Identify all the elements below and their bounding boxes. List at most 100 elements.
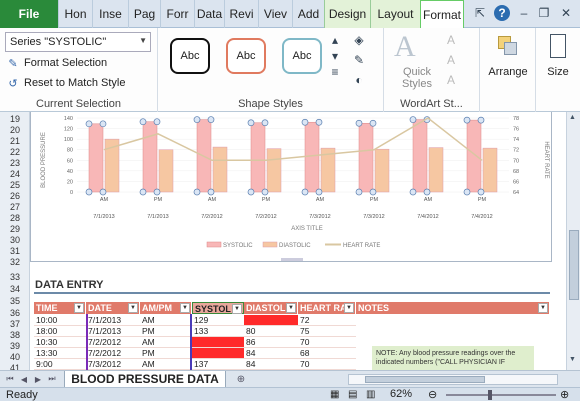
zoom-in-icon[interactable]: ⊕ [560,388,569,401]
chart-legend[interactable]: SYSTOLIC DIASTOLIC HEART RATE [206,241,380,249]
vertical-scroll-thumb[interactable] [569,230,579,300]
row-number[interactable]: 23 [0,158,30,168]
table-cell[interactable]: 72 [298,315,356,326]
scroll-down-icon[interactable]: ▾ [326,48,344,64]
tab-format[interactable]: Format [420,0,464,29]
filter-dropdown-icon[interactable]: ▼ [74,303,84,313]
first-sheet-icon[interactable]: ⏮ [4,373,16,385]
table-cell[interactable]: 84 [244,348,298,359]
last-sheet-icon[interactable]: ⏭ [46,373,58,385]
tab-data[interactable]: Data [194,0,224,28]
tab-insert[interactable]: Inse [92,0,128,28]
row-number[interactable]: 20 [0,125,30,135]
table-cell[interactable]: 13:30 [34,348,86,359]
row-number[interactable]: 24 [0,169,30,179]
page-break-view-icon[interactable]: ▥ [366,389,375,400]
shape-effects-icon[interactable]: ◐ [350,72,368,88]
col-header-time[interactable]: TIME ▼ [34,302,86,314]
prev-sheet-icon[interactable]: ◀ [18,373,30,385]
shape-fill-icon[interactable]: ◈ [350,32,368,48]
sheet-tab-blood-pressure-data[interactable]: BLOOD PRESSURE DATA [64,371,226,388]
row-number[interactable]: 40 [0,352,30,362]
table-cell[interactable]: 70 [298,359,356,370]
row-number[interactable]: 26 [0,191,30,201]
table-cell[interactable]: 80 [244,326,298,337]
table-cell[interactable]: 84 [244,359,298,370]
table-cell[interactable] [192,348,244,359]
normal-view-icon[interactable]: ▦ [330,389,339,400]
tab-formulas[interactable]: Forr [160,0,194,28]
row-number[interactable]: 30 [0,235,30,245]
row-number[interactable]: 39 [0,341,30,351]
row-number[interactable]: 22 [0,147,30,157]
row-number[interactable]: 34 [0,284,30,294]
table-cell[interactable]: 9:00 [34,359,86,370]
tab-review[interactable]: Revi [224,0,258,28]
text-effects-icon[interactable]: A [442,72,460,88]
zoom-slider-thumb[interactable] [488,390,492,400]
col-header-ampm[interactable]: AM/PM ▼ [140,302,192,314]
row-number[interactable]: 36 [0,308,30,318]
zoom-out-icon[interactable]: ⊖ [428,388,437,401]
col-header-heart-rate[interactable]: HEART RA ▼ [298,302,356,314]
insert-sheet-icon[interactable]: ⊕ [234,373,248,385]
help-icon[interactable]: ? [494,5,510,21]
vertical-scrollbar[interactable]: ▲ ▼ [566,112,580,370]
row-number[interactable]: 32 [0,257,30,267]
filter-dropdown-icon[interactable]: ▼ [344,303,354,313]
shape-outline-icon[interactable]: ✎ [350,52,368,68]
horizontal-scroll-thumb[interactable] [365,376,485,383]
size-button[interactable]: Size [536,28,580,112]
table-cell[interactable]: 137 [192,359,244,370]
filter-dropdown-icon[interactable]: ▼ [128,303,138,313]
tab-page-layout[interactable]: Pag [128,0,160,28]
page-layout-view-icon[interactable]: ▤ [348,389,357,400]
col-header-notes[interactable]: NOTES ▼ [356,302,550,314]
row-number[interactable]: 28 [0,213,30,223]
row-number[interactable]: 31 [0,246,30,256]
tab-layout[interactable]: Layout [370,0,420,28]
shape-style-sample-1[interactable]: Abc [170,38,210,74]
tab-design[interactable]: Design [324,0,370,28]
table-cell[interactable]: 10:00 [34,315,86,326]
tab-view[interactable]: Viev [258,0,292,28]
tab-file[interactable]: File [0,0,58,28]
row-number[interactable]: 25 [0,180,30,190]
table-cell[interactable]: 70 [298,337,356,348]
scroll-down-arrow-icon[interactable]: ▼ [569,356,578,366]
text-fill-icon[interactable]: A [442,32,460,48]
zoom-level[interactable]: 62% [390,388,412,400]
chart-elements-select[interactable]: Series "SYSTOLIC" ▼ [5,32,151,52]
table-cell[interactable]: 18:00 [34,326,86,337]
shape-style-sample-3[interactable]: Abc [282,38,322,74]
pin-icon[interactable]: ⇱ [472,5,488,21]
filter-dropdown-icon[interactable]: ▼ [538,303,548,313]
row-number[interactable]: 35 [0,296,30,306]
more-styles-icon[interactable]: ≡ [326,64,344,80]
chart-resize-handle[interactable] [281,258,303,261]
col-header-diastolic[interactable]: DIASTOL ▼ [244,302,298,314]
table-cell[interactable] [192,337,244,348]
filter-dropdown-icon[interactable]: ▼ [180,303,190,313]
tab-home[interactable]: Hon [58,0,92,28]
zoom-slider[interactable] [446,394,556,396]
filter-dropdown-icon[interactable]: ▼ [232,304,242,314]
row-number[interactable]: 21 [0,136,30,146]
row-number[interactable]: 37 [0,319,30,329]
arrange-button[interactable]: Arrange [480,28,536,112]
table-cell[interactable]: 75 [298,326,356,337]
row-number[interactable]: 33 [0,272,30,282]
table-cell[interactable]: 129 [192,315,244,326]
col-header-date[interactable]: DATE ▼ [86,302,140,314]
scroll-up-arrow-icon[interactable]: ▲ [569,114,578,124]
table-cell[interactable]: 86 [244,337,298,348]
shape-style-sample-2[interactable]: Abc [226,38,266,74]
next-sheet-icon[interactable]: ▶ [32,373,44,385]
table-cell[interactable]: 133 [192,326,244,337]
close-icon[interactable]: ✕ [558,5,574,21]
horizontal-scrollbar[interactable] [348,374,558,385]
blood-pressure-chart[interactable]: BLOOD PRESSURE HEART RATE AXIS TITLE SYS… [30,112,552,262]
row-number[interactable]: 38 [0,330,30,340]
col-header-systolic[interactable]: SYSTOL ▼ [192,302,244,314]
table-cell[interactable]: 68 [298,348,356,359]
